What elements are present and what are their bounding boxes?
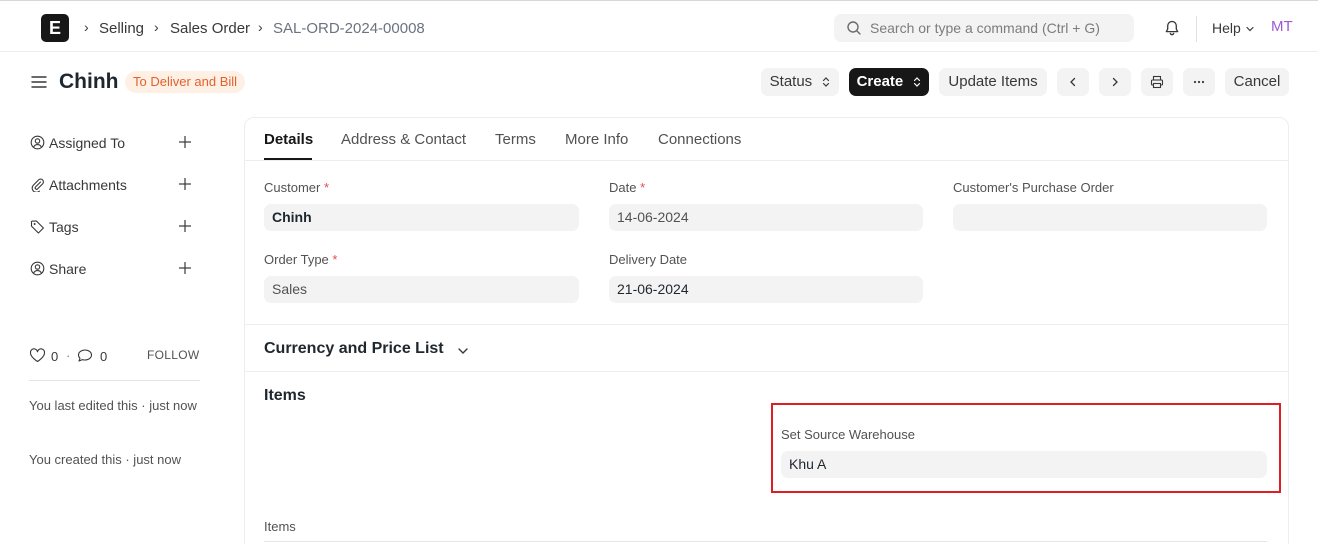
create-dropdown-button[interactable]: Create xyxy=(849,68,929,96)
user-avatar[interactable]: MT xyxy=(1271,18,1293,35)
share-user-icon xyxy=(30,261,45,276)
sidebar-item-label: Assigned To xyxy=(49,135,126,151)
sidebar-divider xyxy=(29,380,200,381)
tab-connections[interactable]: Connections xyxy=(658,131,741,148)
printer-icon xyxy=(1150,75,1164,89)
chevron-down-icon[interactable] xyxy=(456,344,470,358)
tab-more-info[interactable]: More Info xyxy=(565,131,628,148)
ellipsis-icon xyxy=(1193,80,1205,84)
tag-icon xyxy=(30,220,44,234)
search-placeholder: Search or type a command (Ctrl + G) xyxy=(870,20,1100,36)
like-count: 0 xyxy=(51,349,59,364)
active-tab-indicator xyxy=(264,158,312,160)
heart-icon[interactable] xyxy=(29,348,46,363)
breadcrumb-document[interactable]: SAL-ORD-2024-00008 xyxy=(273,20,425,37)
help-menu[interactable]: Help xyxy=(1212,20,1241,36)
cancel-button[interactable]: Cancel xyxy=(1225,68,1289,96)
search-bar[interactable]: Search or type a command (Ctrl + G) xyxy=(834,14,1134,42)
order-type-label: Order Type * xyxy=(264,252,338,267)
status-badge: To Deliver and Bill xyxy=(125,71,246,93)
breadcrumb-sales-order[interactable]: Sales Order xyxy=(170,20,250,37)
chevron-right-icon: › xyxy=(154,19,159,35)
delivery-date-label: Delivery Date xyxy=(609,252,688,267)
follow-button[interactable]: FOLLOW xyxy=(147,348,199,362)
chevron-right-icon: › xyxy=(258,19,263,35)
tab-address-contact[interactable]: Address & Contact xyxy=(341,131,466,148)
order-type-select[interactable]: Sales xyxy=(264,276,579,303)
select-arrows-icon xyxy=(823,77,830,87)
comment-icon[interactable] xyxy=(77,348,93,363)
tab-terms[interactable]: Terms xyxy=(495,131,536,148)
separator-dot: · xyxy=(66,348,71,363)
add-attachment-icon[interactable] xyxy=(178,177,192,191)
select-arrows-icon xyxy=(914,77,921,87)
status-button-label: Status xyxy=(769,73,813,90)
section-divider xyxy=(245,371,1288,372)
chevron-left-icon xyxy=(1070,77,1076,87)
comment-count: 0 xyxy=(100,349,108,364)
app-logo[interactable]: E xyxy=(41,14,69,42)
add-share-icon[interactable] xyxy=(178,261,192,275)
paperclip-icon xyxy=(31,178,44,192)
customer-po-field[interactable] xyxy=(953,204,1267,231)
tabs-divider xyxy=(245,160,1288,161)
navbar: E › Selling › Sales Order › SAL-ORD-2024… xyxy=(0,4,1318,52)
date-label: Date * xyxy=(609,180,646,195)
page-title: Chinh xyxy=(59,70,119,93)
breadcrumb-selling[interactable]: Selling xyxy=(99,20,144,37)
currency-section-title: Currency and Price List xyxy=(264,340,444,357)
sidebar-item-label: Share xyxy=(49,261,87,277)
navbar-divider xyxy=(1196,16,1197,42)
sidebar-item-label: Attachments xyxy=(49,177,127,193)
currency-section-header[interactable]: Currency and Price List xyxy=(264,340,444,358)
highlight-box xyxy=(771,403,1281,493)
chevron-right-icon xyxy=(1112,77,1118,87)
customer-po-label: Customer's Purchase Order xyxy=(953,180,1114,195)
notification-bell-icon[interactable] xyxy=(1163,19,1181,37)
activity-created: You created this · just now xyxy=(29,452,181,467)
next-record-button[interactable] xyxy=(1099,68,1131,96)
add-tag-icon[interactable] xyxy=(178,219,192,233)
sidebar-toggle-icon[interactable] xyxy=(31,74,47,90)
status-dropdown-button[interactable]: Status xyxy=(761,68,839,96)
section-divider xyxy=(245,324,1288,325)
items-table-label: Items xyxy=(264,519,296,534)
more-actions-button[interactable] xyxy=(1183,68,1215,96)
delivery-date-field[interactable]: 21-06-2024 xyxy=(609,276,923,303)
activity-last-edited: You last edited this · just now xyxy=(29,398,197,413)
items-section-title: Items xyxy=(264,387,306,404)
search-icon xyxy=(847,21,861,35)
update-items-button[interactable]: Update Items xyxy=(939,68,1047,96)
date-field[interactable]: 14-06-2024 xyxy=(609,204,923,231)
customer-field[interactable]: Chinh xyxy=(264,204,579,231)
customer-label: Customer * xyxy=(264,180,330,195)
chevron-down-icon[interactable] xyxy=(1244,23,1256,35)
tab-details[interactable]: Details xyxy=(264,131,313,148)
previous-record-button[interactable] xyxy=(1057,68,1089,96)
chevron-right-icon: › xyxy=(84,19,89,35)
sidebar-item-label: Tags xyxy=(49,219,79,235)
add-assignee-icon[interactable] xyxy=(178,135,192,149)
user-circle-icon xyxy=(30,135,45,150)
create-button-label: Create xyxy=(856,73,904,90)
print-button[interactable] xyxy=(1141,68,1173,96)
